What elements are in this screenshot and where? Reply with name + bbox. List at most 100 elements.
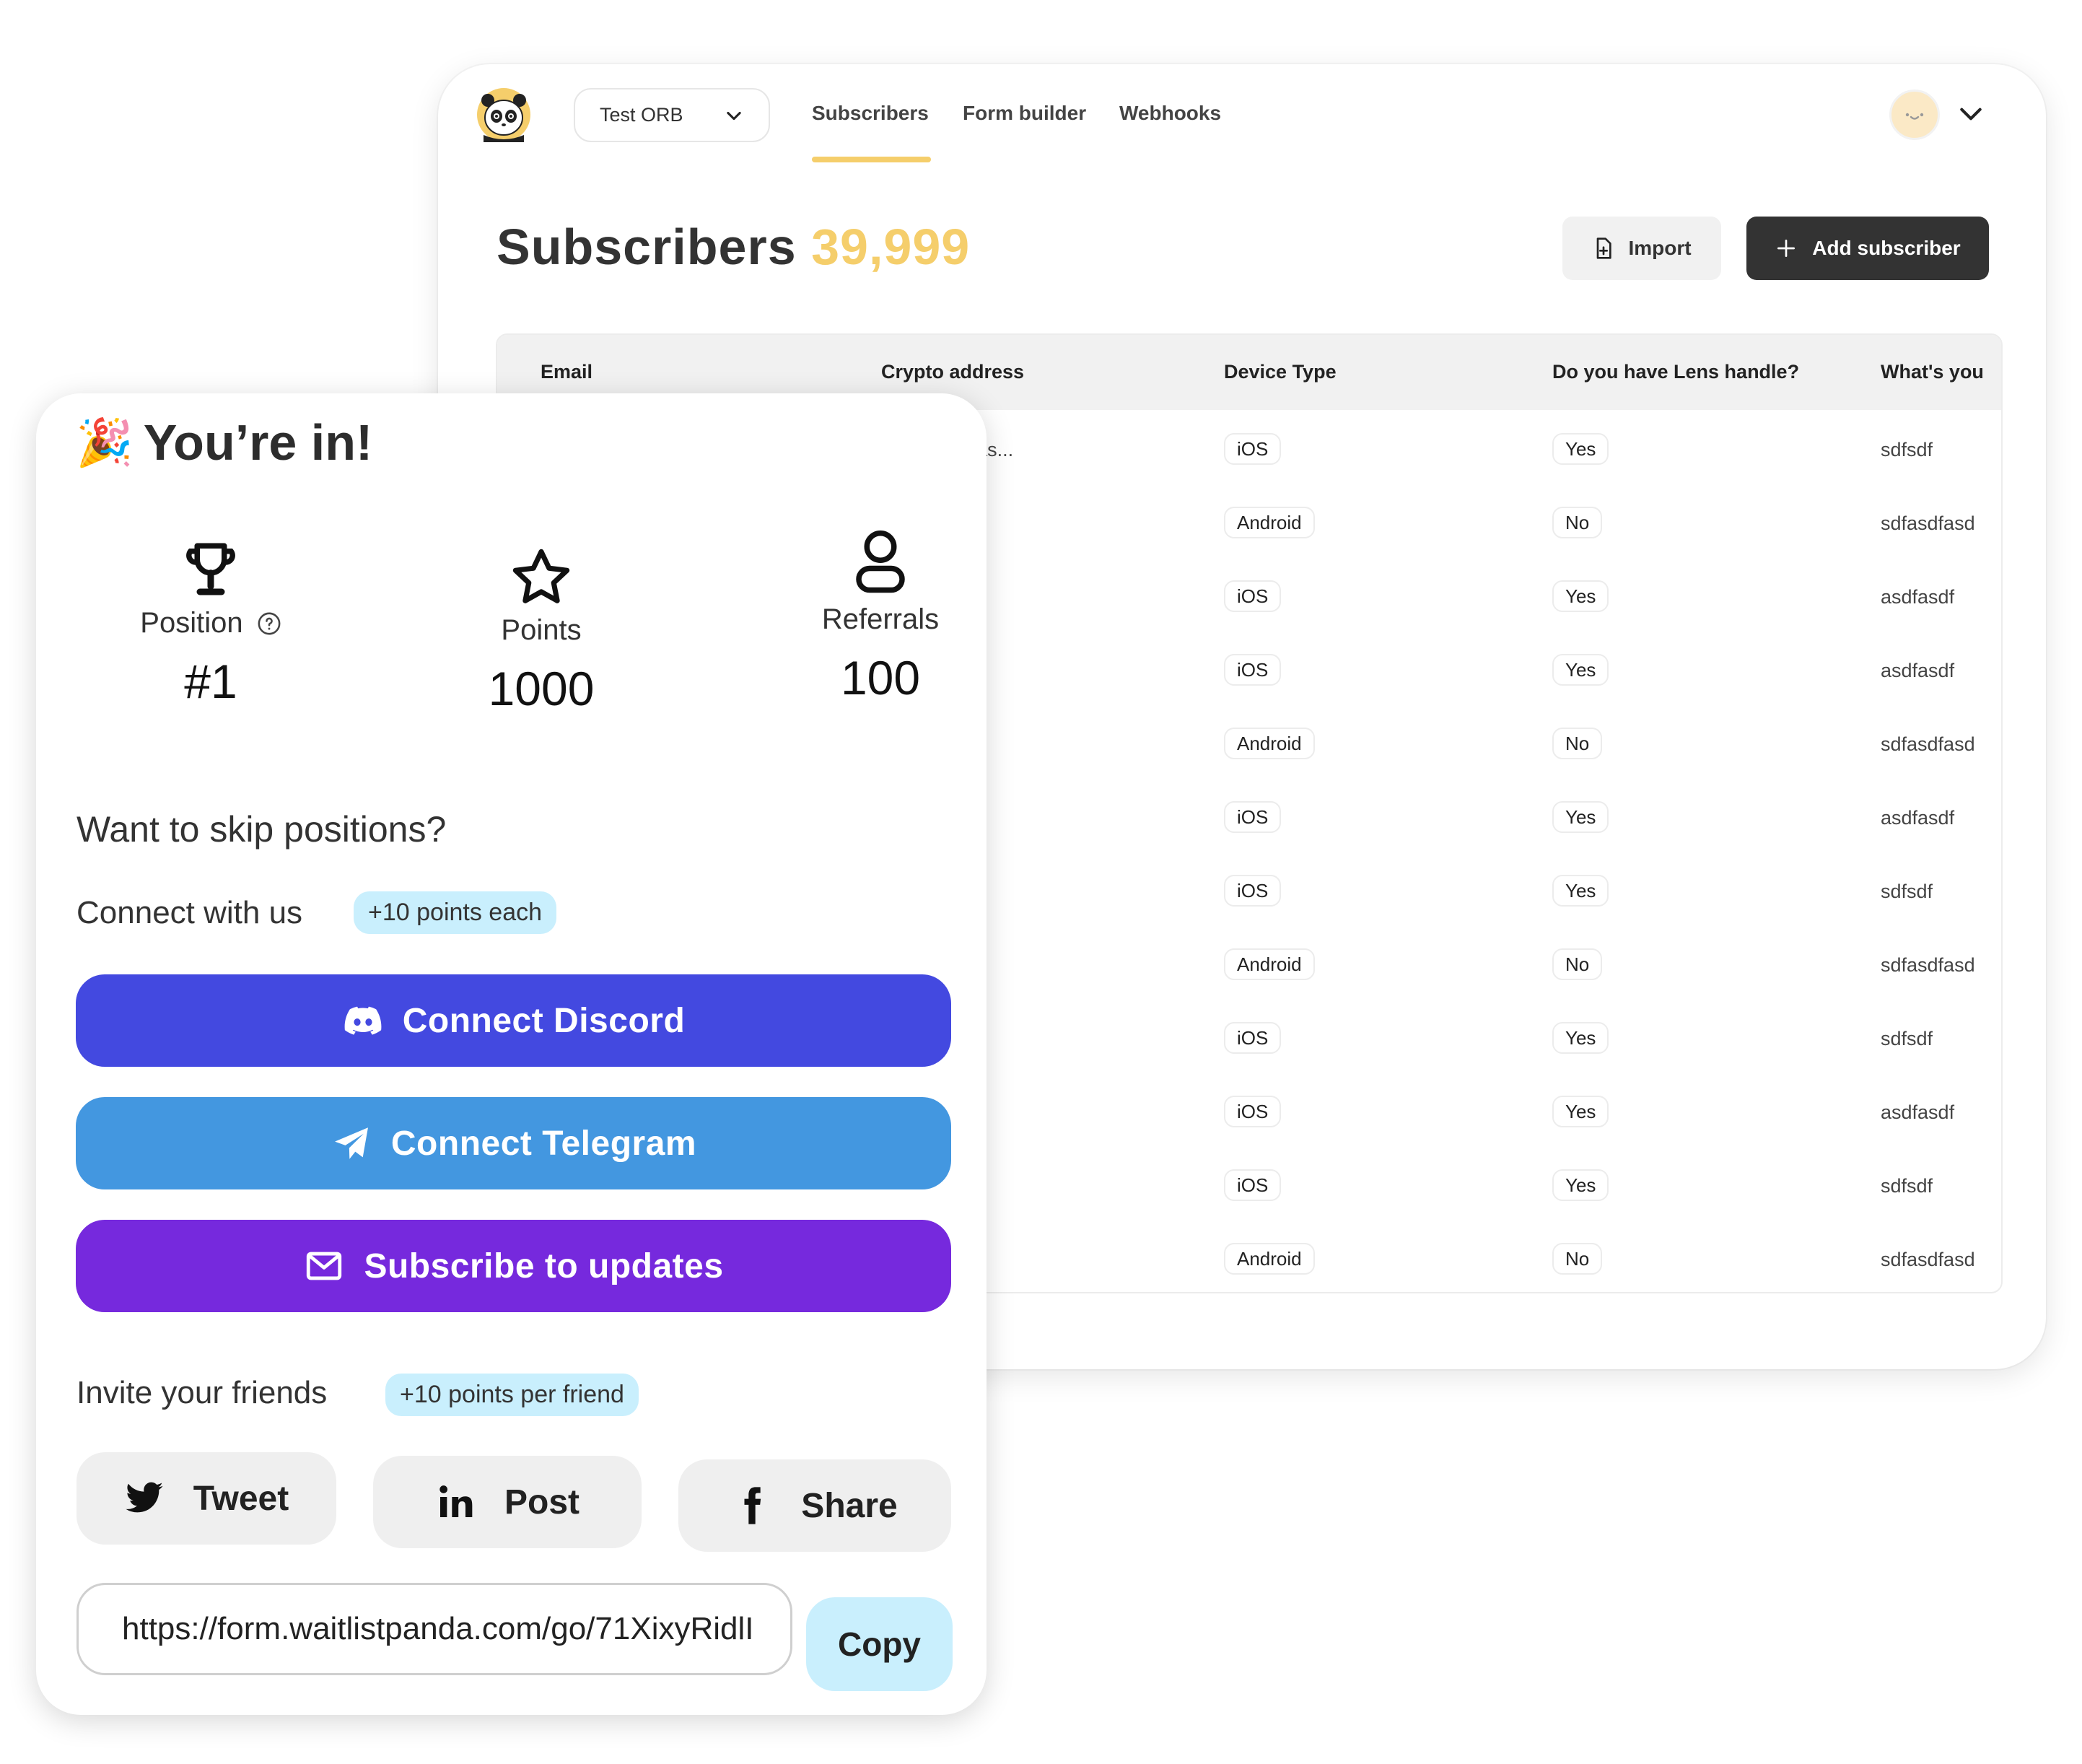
column-header-device-type[interactable]: Device Type: [1224, 361, 1337, 383]
tweet-button[interactable]: Tweet: [76, 1452, 336, 1545]
device-type-badge: iOS: [1224, 580, 1282, 612]
mail-icon: [307, 1252, 342, 1280]
whats-your-cell: asdfasdf: [1881, 660, 1955, 681]
lens-handle-badge: Yes: [1552, 1096, 1609, 1127]
discord-icon: [344, 1006, 382, 1035]
add-subscriber-label: Add subscriber: [1812, 237, 1961, 259]
lens-handle-badge: Yes: [1552, 433, 1609, 465]
linkedin-post-button[interactable]: Post: [373, 1456, 642, 1548]
connect-telegram-label: Connect Telegram: [390, 1124, 697, 1163]
device-type-badge: iOS: [1224, 1169, 1282, 1201]
whats-your-cell: sdfsdf: [1881, 881, 1933, 902]
widget-title-text: You’re in!: [143, 414, 373, 471]
lens-handle-badge: Yes: [1552, 654, 1609, 686]
org-select-dropdown[interactable]: Test ORB: [574, 88, 770, 142]
trophy-icon: [186, 543, 235, 595]
share-label: Share: [801, 1486, 898, 1525]
facebook-share-button[interactable]: Share: [678, 1459, 951, 1552]
lens-handle-badge: No: [1552, 507, 1603, 538]
tab-webhooks[interactable]: Webhooks: [1119, 102, 1221, 125]
device-type-badge: iOS: [1224, 654, 1282, 686]
connect-label: Connect with us: [76, 895, 303, 930]
telegram-icon: [334, 1127, 368, 1159]
user-icon: [856, 530, 905, 593]
invite-points-chip: +10 points per friend: [385, 1374, 639, 1416]
subscribe-updates-label: Subscribe to updates: [364, 1246, 724, 1285]
lens-handle-badge: Yes: [1552, 801, 1609, 833]
whats-your-cell: sdfsdf: [1881, 1175, 1933, 1197]
skip-positions-heading: Want to skip positions?: [76, 809, 447, 850]
device-type-badge: iOS: [1224, 1022, 1282, 1054]
party-popper-icon: 🎉: [76, 416, 134, 468]
stat-referrals-label: Referrals: [821, 603, 940, 635]
stat-position-value: #1: [184, 655, 237, 708]
subscribe-updates-button[interactable]: Subscribe to updates: [76, 1220, 951, 1312]
column-header-crypto-address[interactable]: Crypto address: [881, 361, 1024, 383]
post-label: Post: [504, 1483, 579, 1521]
stat-points: Points 1000: [411, 545, 671, 716]
avatar[interactable]: [1889, 89, 1940, 140]
chevron-down-icon: [727, 111, 741, 120]
lens-handle-badge: No: [1552, 1243, 1603, 1275]
column-header-whats-your[interactable]: What's you: [1881, 361, 1984, 383]
tab-subscribers[interactable]: Subscribers: [812, 102, 929, 125]
device-type-badge: Android: [1224, 728, 1315, 759]
whats-your-cell: sdfasdfasd: [1881, 733, 1975, 755]
referral-url-field[interactable]: https://form.waitlistpanda.com/go/71Xixy…: [76, 1583, 792, 1675]
connect-discord-button[interactable]: Connect Discord: [76, 974, 951, 1067]
tweet-label: Tweet: [193, 1479, 289, 1518]
column-header-email[interactable]: Email: [541, 361, 592, 383]
whats-your-cell: sdfsdf: [1881, 439, 1933, 460]
stat-position: Position #1: [81, 538, 341, 709]
star-icon: [512, 549, 570, 603]
account-menu-chevron-icon[interactable]: [1957, 100, 1985, 128]
subscriber-count: 39,999: [811, 219, 971, 275]
device-type-badge: Android: [1224, 507, 1315, 538]
page-title: Subscribers 39,999: [497, 218, 970, 276]
device-type-badge: iOS: [1224, 801, 1282, 833]
whats-your-cell: sdfasdfasd: [1881, 512, 1975, 534]
whats-your-cell: sdfasdfasd: [1881, 1249, 1975, 1270]
twitter-icon: [126, 1482, 163, 1513]
import-button[interactable]: Import: [1562, 217, 1721, 280]
lens-handle-badge: Yes: [1552, 580, 1609, 612]
device-type-badge: Android: [1224, 948, 1315, 980]
whats-your-cell: sdfasdfasd: [1881, 954, 1975, 976]
connect-telegram-button[interactable]: Connect Telegram: [76, 1097, 951, 1189]
referral-url-text: https://form.waitlistpanda.com/go/71Xixy…: [122, 1611, 754, 1646]
file-plus-icon: [1597, 237, 1612, 259]
invite-label: Invite your friends: [76, 1375, 328, 1410]
page-title-text: Subscribers: [497, 219, 797, 275]
lens-handle-badge: Yes: [1552, 1169, 1609, 1201]
stat-points-value: 1000: [488, 662, 595, 715]
whats-your-cell: sdfsdf: [1881, 1028, 1933, 1049]
device-type-badge: iOS: [1224, 1096, 1282, 1127]
import-label: Import: [1628, 237, 1692, 259]
stat-points-label: Points: [501, 614, 582, 646]
lens-handle-badge: No: [1552, 948, 1603, 980]
column-header-lens-handle[interactable]: Do you have Lens handle?: [1552, 361, 1799, 383]
stat-referrals: Referrals 100: [751, 527, 987, 705]
device-type-badge: Android: [1224, 1243, 1315, 1275]
tab-form-builder[interactable]: Form builder: [963, 102, 1086, 125]
device-type-badge: iOS: [1224, 433, 1282, 465]
whats-your-cell: asdfasdf: [1881, 807, 1955, 829]
help-icon[interactable]: [257, 611, 281, 636]
add-subscriber-button[interactable]: Add subscriber: [1746, 217, 1989, 280]
facebook-icon: [744, 1487, 761, 1524]
smiley-face-icon: [1905, 113, 1924, 120]
widget-title: 🎉 You’re in!: [76, 414, 372, 471]
device-type-badge: iOS: [1224, 875, 1282, 907]
panda-logo-icon[interactable]: [476, 87, 531, 142]
lens-handle-badge: Yes: [1552, 875, 1609, 907]
whats-your-cell: asdfasdf: [1881, 586, 1955, 608]
active-tab-indicator: [812, 157, 931, 162]
connect-points-chip: +10 points each: [354, 891, 557, 934]
whats-your-cell: asdfasdf: [1881, 1101, 1955, 1123]
stat-position-label: Position: [81, 607, 341, 639]
linkedin-icon: [439, 1485, 473, 1517]
copy-button[interactable]: Copy: [806, 1597, 953, 1691]
connect-discord-label: Connect Discord: [402, 1001, 686, 1040]
org-select-value: Test ORB: [600, 104, 683, 126]
stat-referrals-value: 100: [840, 651, 921, 704]
